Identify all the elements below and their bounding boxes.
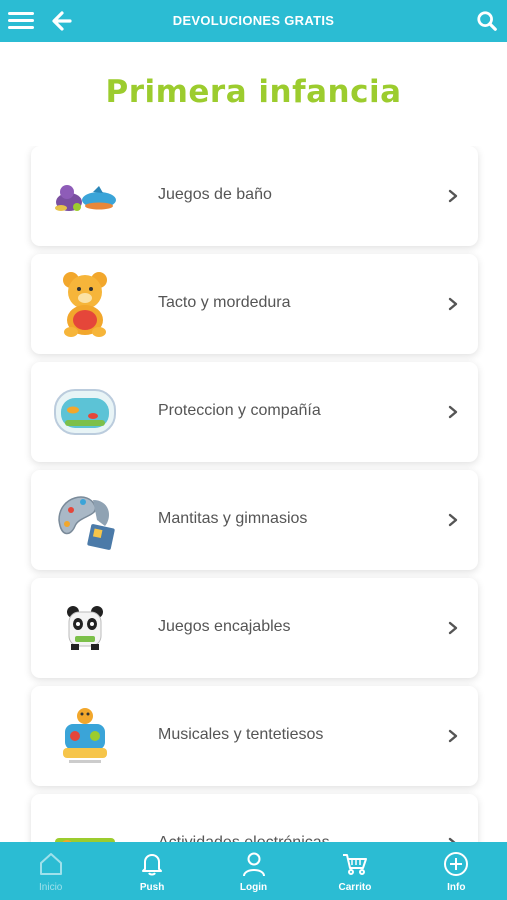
tab-inicio[interactable]: Inicio	[0, 842, 101, 900]
tab-push[interactable]: Push	[101, 842, 202, 900]
chevron-right-icon	[448, 621, 458, 635]
cart-icon	[342, 854, 367, 875]
category-label: Proteccion y compañía	[158, 402, 321, 419]
category-label: Actividades electrónicas	[158, 834, 330, 842]
tab-info[interactable]: Info	[406, 842, 507, 900]
home-icon	[39, 853, 62, 875]
tab-label: Push	[139, 882, 165, 893]
tab-label: Carrito	[338, 882, 372, 893]
chevron-right-icon	[448, 729, 458, 743]
tab-carrito[interactable]: Carrito	[304, 842, 405, 900]
promo-banner-title: DEVOLUCIONES GRATIS	[172, 13, 335, 28]
play-mat-icon	[58, 496, 115, 550]
user-icon	[242, 852, 265, 877]
plus-circle-icon	[444, 852, 469, 876]
category-card-tacto-y-mordedura[interactable]: Tacto y mordedura	[31, 254, 478, 354]
page-title: Primera infancia	[105, 74, 402, 110]
category-card-proteccion-y-compania[interactable]: Proteccion y compañía	[31, 362, 478, 462]
tab-label: Inicio	[39, 882, 63, 893]
teddy-bear-icon	[63, 272, 107, 337]
electronic-activity-icon	[55, 838, 115, 842]
chevron-right-icon	[448, 513, 458, 527]
category-label: Musicales y tentetiesos	[158, 726, 324, 743]
category-card-juegos-encajables[interactable]: Juegos encajables	[31, 578, 478, 678]
category-card-mantitas-y-gimnasios[interactable]: Mantitas y gimnasios	[31, 470, 478, 570]
bell-icon	[142, 854, 163, 876]
chevron-right-icon	[448, 297, 458, 311]
bath-toys-icon	[55, 185, 116, 211]
crib-aquarium-icon	[54, 389, 116, 435]
category-label: Tacto y mordedura	[158, 294, 291, 311]
chevron-right-icon	[448, 405, 458, 419]
tab-label: Login	[239, 882, 268, 893]
bottom-tab-bar: Inicio Push Login Carrito Info	[0, 842, 507, 900]
category-list: Juegos de baño Tacto y mordedura Protecc…	[0, 146, 507, 842]
search-icon[interactable]	[476, 10, 498, 32]
category-label: Mantitas y gimnasios	[158, 510, 308, 527]
tab-label: Info	[447, 882, 466, 893]
category-label: Juegos de baño	[158, 186, 272, 203]
category-card-musicales-y-tentetiesos[interactable]: Musicales y tentetiesos	[31, 686, 478, 786]
category-card-actividades-electronicas[interactable]: Actividades electrónicas	[31, 794, 478, 842]
category-card-juegos-de-bano[interactable]: Juegos de baño	[31, 146, 478, 246]
category-label: Juegos encajables	[158, 618, 291, 635]
panda-toy-icon	[67, 606, 103, 650]
tab-login[interactable]: Login	[203, 842, 304, 900]
chevron-right-icon	[448, 189, 458, 203]
musical-toy-icon	[63, 708, 107, 763]
top-bar: DEVOLUCIONES GRATIS	[0, 0, 507, 42]
